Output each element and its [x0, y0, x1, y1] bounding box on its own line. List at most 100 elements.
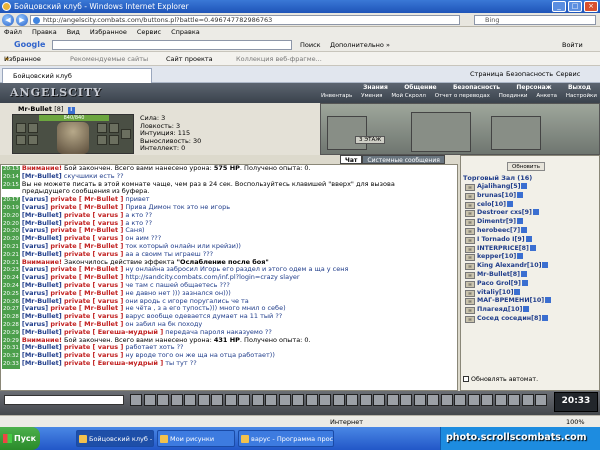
message-sender[interactable]: [Mr-Bullet]	[22, 359, 62, 367]
tools-menu[interactable]: Сервис	[556, 66, 580, 83]
user-list-item[interactable]: ✉ INTERPRICE[8]	[463, 244, 599, 254]
project-site-link[interactable]: Сайт проекта	[166, 52, 213, 66]
translit-icon[interactable]	[170, 394, 183, 406]
user-info-icon[interactable]	[529, 244, 536, 251]
search-icon[interactable]	[508, 394, 520, 406]
color-icon[interactable]	[305, 394, 318, 406]
user-list-item[interactable]: ✉ kepper[10]	[463, 253, 599, 262]
user-name[interactable]: Dimentr[9]	[477, 218, 516, 225]
top-nav-item[interactable]: Персонаж	[516, 84, 551, 91]
user-info-icon[interactable]	[521, 183, 528, 189]
auto-update-option[interactable]: Обновлять автомат.	[463, 376, 538, 383]
google-signin-button[interactable]: Войти	[562, 38, 583, 52]
start-button[interactable]: Пуск	[0, 427, 40, 450]
auto-update-checkbox[interactable]	[463, 376, 469, 382]
user-info-icon[interactable]	[521, 226, 528, 233]
user-list-item[interactable]: ✉ Mr-Bullet[8]	[463, 270, 599, 280]
sub-nav-item[interactable]: Мой Скролл	[391, 93, 425, 99]
menu-item[interactable]: Файл	[4, 27, 22, 38]
menu-item[interactable]: Вид	[67, 27, 80, 38]
top-nav-item[interactable]: Общение	[404, 84, 436, 91]
forward-arrow-icon[interactable]: ▶	[16, 14, 28, 26]
sub-nav-item[interactable]: Отчет о переводах	[435, 93, 490, 99]
lock-icon[interactable]	[454, 394, 466, 406]
message-recipient[interactable]: [ Mr-Bullet ]	[79, 226, 123, 234]
user-name[interactable]: I Tornado I[9]	[477, 236, 525, 243]
trade-icon[interactable]	[535, 394, 547, 406]
private-message-icon[interactable]: ✉	[465, 280, 475, 288]
smile-icon[interactable]	[143, 394, 156, 406]
equip-slot-amulet[interactable]	[28, 123, 38, 133]
message-sender[interactable]: [Mr-Bullet]	[22, 297, 62, 305]
message-recipient[interactable]: [ Mr-Bullet ]	[79, 195, 123, 203]
top-nav-item[interactable]: Выход	[568, 84, 591, 91]
user-name[interactable]: kepper[10]	[477, 253, 516, 260]
refresh-icon[interactable]	[224, 394, 237, 406]
user-name[interactable]: King Alexandr[10]	[477, 262, 541, 269]
user-list-item[interactable]: ✉ Плагеяд[10]	[463, 306, 599, 315]
sound-icon[interactable]	[197, 394, 210, 406]
message-recipient[interactable]: [ varus ]	[93, 234, 124, 242]
web-slice-gallery-link[interactable]: Коллекция веб-фрагме...	[236, 52, 322, 66]
taskbar-item-viewer[interactable]: варус - Программа прос...	[238, 430, 334, 447]
close-button[interactable]: ×	[584, 1, 598, 12]
sub-nav-item[interactable]: Настройки	[566, 93, 597, 99]
message-sender[interactable]: [varus]	[22, 226, 48, 234]
user-list-item[interactable]: ✉ celo[10]	[463, 200, 599, 210]
user-info-icon[interactable]	[517, 253, 524, 260]
maximize-button[interactable]: □	[568, 1, 582, 12]
map-icon[interactable]	[346, 394, 358, 406]
user-info-icon[interactable]	[545, 297, 552, 304]
help-icon[interactable]	[265, 394, 277, 406]
pause-icon[interactable]	[373, 394, 385, 406]
user-name[interactable]: Плагеяд[10]	[477, 306, 522, 313]
tab-combats[interactable]: Бойцовский клуб	[2, 68, 152, 83]
user-info-icon[interactable]	[521, 270, 528, 277]
message-sender[interactable]: [Mr-Bullet]	[22, 219, 62, 227]
menu-item[interactable]: Справка	[171, 27, 200, 38]
user-info-icon[interactable]	[507, 200, 514, 207]
settings-icon[interactable]	[251, 394, 264, 406]
message-sender[interactable]: [varus]	[22, 304, 48, 312]
message-sender[interactable]: [Mr-Bullet]	[22, 351, 62, 359]
message-sender[interactable]: [Mr-Bullet]	[22, 281, 62, 289]
message-sender[interactable]: [varus]	[22, 242, 48, 250]
user-name[interactable]: МАГ-ВРЕМЕНИ[10]	[477, 297, 544, 304]
user-list-item[interactable]: ✉ Dimentr[9]	[463, 218, 599, 227]
message-sender[interactable]: [Mr-Bullet]	[22, 343, 62, 351]
user-info-icon[interactable]	[542, 262, 549, 269]
refresh-button[interactable]: Обновить	[507, 162, 545, 171]
private-message-icon[interactable]: ✉	[465, 210, 475, 218]
font-icon[interactable]	[292, 394, 304, 406]
user-list-item[interactable]: ✉ Paco Grol[9]	[463, 279, 599, 289]
message-sender[interactable]: [varus]	[22, 265, 48, 273]
message-recipient[interactable]: [ Mr-Bullet ]	[79, 320, 123, 328]
message-sender[interactable]: [Mr-Bullet]	[22, 328, 62, 336]
security-menu[interactable]: Безопасность	[506, 66, 553, 83]
equip-slot-belt[interactable]	[121, 129, 131, 139]
message-recipient[interactable]: [ varus ]	[93, 211, 124, 219]
message-recipient[interactable]: [ Евгеша-мудрый ]	[93, 328, 164, 336]
user-list-item[interactable]: ✉ Ajalihang[5]	[463, 183, 599, 192]
message-sender[interactable]: [varus]	[22, 320, 48, 328]
message-sender[interactable]: [Mr-Bullet]	[22, 234, 62, 242]
minimize-button[interactable]: _	[552, 1, 566, 12]
print-icon[interactable]	[413, 394, 426, 406]
user-name[interactable]: Destroer cxs[9]	[477, 209, 532, 216]
away-icon[interactable]	[319, 394, 331, 406]
equip-slot-shield[interactable]	[97, 123, 107, 133]
clan-icon[interactable]	[521, 394, 534, 406]
filter-icon[interactable]	[184, 394, 196, 406]
message-recipient[interactable]: [ Mr-Bullet ]	[79, 203, 123, 211]
sub-nav-item[interactable]: Поединки	[499, 93, 528, 99]
equip-slot-weapon[interactable]	[16, 135, 26, 145]
user-info-icon[interactable]	[523, 306, 530, 313]
message-recipient[interactable]: [ Mr-Bullet ]	[79, 242, 123, 250]
private-message-icon[interactable]: ✉	[465, 315, 475, 323]
equip-slot-gloves[interactable]	[97, 135, 107, 145]
back-arrow-icon[interactable]: ◀	[2, 14, 14, 26]
message-time[interactable]: 20:33	[2, 360, 20, 369]
user-list-item[interactable]: ✉ King Alexandr[10]	[463, 262, 599, 271]
google-search-input[interactable]	[52, 40, 292, 50]
sub-nav-item[interactable]: Инвентарь	[321, 93, 352, 99]
